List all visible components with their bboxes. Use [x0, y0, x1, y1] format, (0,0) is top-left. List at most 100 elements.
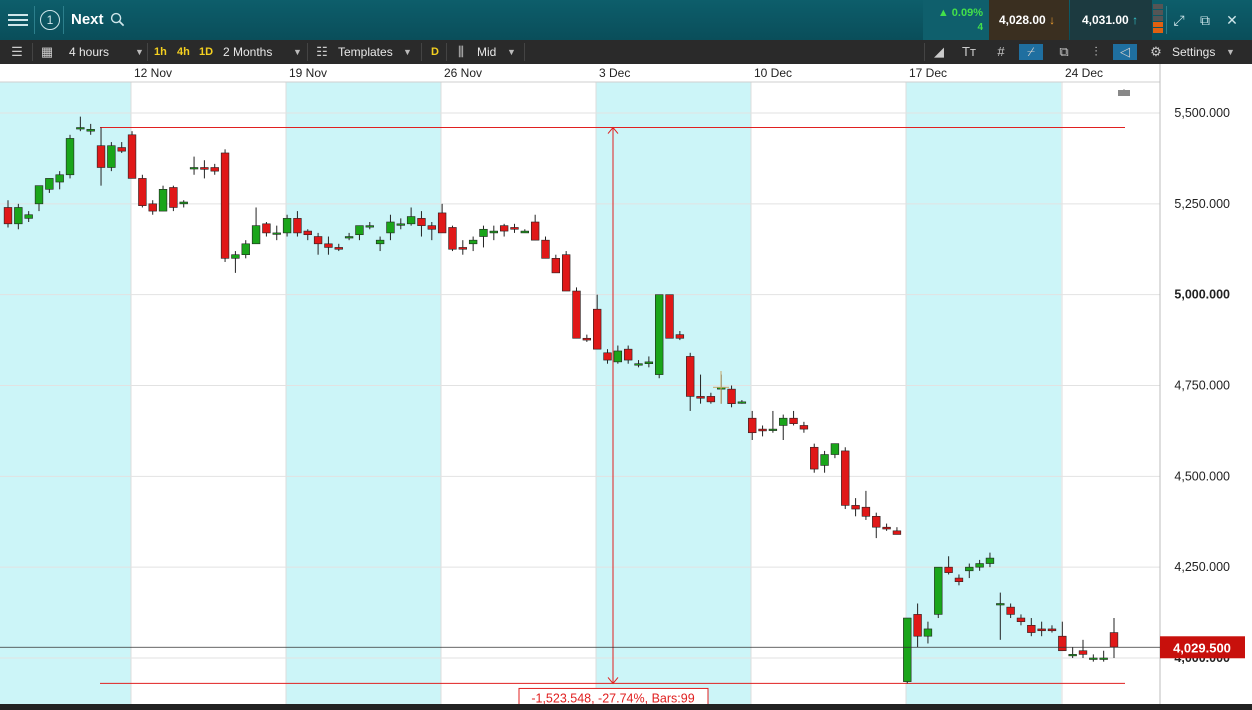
crosshair-icon[interactable]: #	[993, 44, 1009, 60]
bottom-border	[0, 704, 1252, 710]
price-type-select[interactable]: Mid	[477, 40, 496, 64]
candle-body	[313, 236, 323, 245]
sell-price-button[interactable]: 4,028.00 ↓	[989, 0, 1069, 40]
candle-body	[282, 218, 292, 234]
interval-1d-button[interactable]: 1D	[199, 40, 213, 64]
search-icon[interactable]	[110, 12, 125, 27]
candle-body	[872, 515, 881, 528]
candle-body	[34, 185, 44, 205]
trendline-icon[interactable]: ◢	[931, 44, 947, 60]
candle-body	[14, 207, 23, 225]
top-bar: 1 Next ▲ 0.09% 4 4,028.00 ↓ 4,031.00 ↑ ⤢…	[0, 0, 1252, 40]
instrument-name[interactable]: Next	[71, 11, 104, 28]
divider	[34, 6, 35, 34]
candle-body	[396, 223, 405, 226]
d-button[interactable]: D	[431, 40, 439, 64]
popout-icon[interactable]: ⧉	[1197, 12, 1213, 28]
candle-body	[820, 454, 829, 466]
templates-select[interactable]: Templates	[338, 40, 393, 64]
candle-body	[479, 228, 488, 237]
up-triangle-icon: ▲	[937, 7, 949, 19]
interval-4h-button[interactable]: 4h	[177, 40, 190, 64]
bars-icon[interactable]: ⫶	[1088, 44, 1104, 60]
x-tick-label: 26 Nov	[444, 66, 482, 80]
candle-body	[1109, 632, 1119, 648]
chart-toolbar: ☰ ▦ 4 hours ▼ 1h 4h 1D 2 Months ▼ ☷ Temp…	[0, 40, 1252, 65]
candle-body	[1027, 624, 1036, 633]
candle-body	[365, 225, 374, 228]
divider	[524, 43, 525, 61]
candle-body	[996, 603, 1005, 606]
settings-button[interactable]: Settings	[1172, 40, 1215, 64]
candle-body	[3, 207, 13, 225]
window-number-badge[interactable]: 1	[40, 10, 60, 30]
candle-body	[696, 396, 705, 399]
layout-icon[interactable]: ▦	[39, 44, 55, 60]
tag-icon[interactable]: ◁	[1113, 44, 1137, 60]
home-marker-icon	[1118, 90, 1130, 96]
liquidity-icon	[1153, 4, 1163, 36]
candle-body	[355, 225, 364, 236]
buy-price-button[interactable]: 4,031.00 ↑	[1070, 0, 1152, 40]
x-tick-label: 17 Dec	[909, 66, 947, 80]
candle-body	[892, 530, 902, 535]
change-percent: ▲ 0.09%	[938, 7, 983, 19]
candle-body	[65, 138, 75, 176]
candle-body	[200, 167, 209, 170]
week-shade	[0, 82, 132, 704]
candle-body	[220, 152, 230, 259]
candle-body	[458, 247, 467, 250]
candle-body	[748, 417, 757, 434]
candle-body	[613, 350, 623, 363]
measure-label: -1,523.548, -27.74%, Bars:99	[531, 691, 694, 704]
y-tick-label: 5,500.000	[1174, 106, 1230, 120]
week-shade	[906, 82, 1062, 704]
candle-body	[1099, 657, 1108, 660]
expand-icon[interactable]: ⤢	[1171, 12, 1187, 28]
candlestick-icon[interactable]: ⫼	[453, 44, 469, 60]
chevron-down-icon[interactable]: ▼	[507, 40, 516, 64]
close-icon[interactable]: ✕	[1224, 12, 1240, 28]
chevron-down-icon[interactable]: ▼	[135, 40, 144, 64]
price-chart[interactable]: 12 Nov 19 Nov 26 Nov 3 Dec 10 Dec 17 Dec 24 De…	[0, 64, 1252, 704]
candle-body	[706, 396, 716, 403]
candle-body	[572, 290, 581, 339]
menu-icon[interactable]	[8, 11, 28, 29]
interval-select[interactable]: 4 hours	[69, 40, 109, 64]
draw-tool-icon[interactable]: ⌿	[1019, 44, 1043, 60]
y-tick-label: 4,250.000	[1174, 560, 1230, 574]
divider	[924, 43, 925, 61]
candle-body	[241, 243, 250, 256]
candle-body	[210, 167, 219, 172]
copy-icon[interactable]: ⧉	[1056, 44, 1072, 60]
candle-body	[655, 294, 664, 375]
divider	[1166, 6, 1167, 34]
chart-canvas[interactable]: 12 Nov 19 Nov 26 Nov 3 Dec 10 Dec 17 Dec 24 De…	[0, 64, 1252, 704]
candle-body	[1058, 635, 1067, 652]
interval-1h-button[interactable]: 1h	[154, 40, 167, 64]
templates-icon[interactable]: ☷	[314, 44, 330, 60]
candle-body	[324, 243, 333, 248]
candle-body	[107, 145, 116, 168]
gear-icon[interactable]: ⚙	[1148, 44, 1164, 60]
candle-body	[985, 557, 995, 564]
candle-body	[954, 577, 964, 582]
text-tool-icon[interactable]: Tт	[961, 44, 977, 60]
candle-body	[489, 230, 498, 234]
chevron-down-icon[interactable]: ▼	[1226, 40, 1235, 64]
divider	[421, 43, 422, 61]
chevron-down-icon[interactable]: ▼	[403, 40, 412, 64]
candle-body	[934, 566, 943, 615]
candle-body	[375, 239, 385, 245]
candle-body	[861, 506, 871, 517]
candle-body	[510, 227, 519, 230]
candle-body	[582, 337, 592, 341]
chevron-down-icon[interactable]: ▼	[293, 40, 302, 64]
range-select[interactable]: 2 Months	[223, 40, 272, 64]
candle-body	[86, 129, 95, 132]
candle-body	[24, 214, 33, 219]
list-icon[interactable]: ☰	[9, 44, 25, 60]
candle-body	[189, 167, 199, 170]
candle-body	[251, 225, 261, 245]
x-tick-label: 12 Nov	[134, 66, 172, 80]
